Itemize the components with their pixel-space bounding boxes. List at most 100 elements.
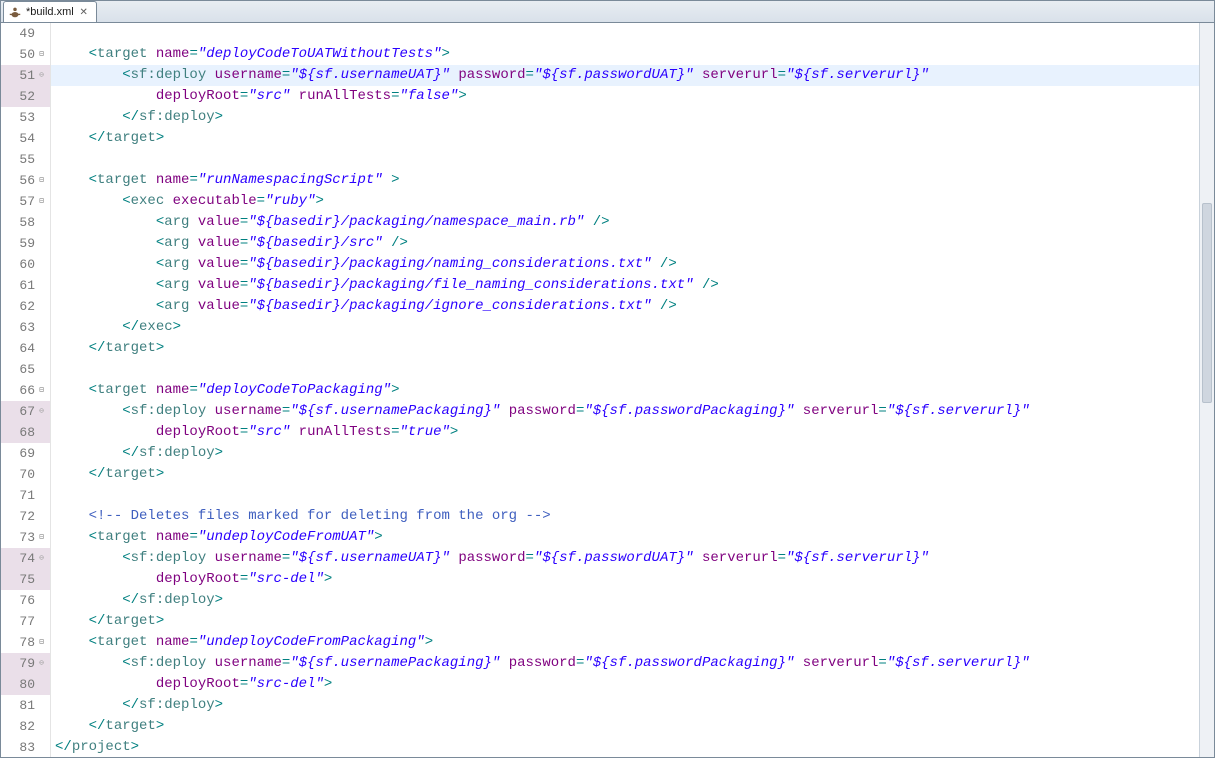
line-number: 52 <box>15 86 35 107</box>
token: "${sf.serverurl}" <box>786 550 929 566</box>
code-line[interactable]: <target name="deployCodeToUATWithoutTest… <box>51 44 1214 65</box>
editor-tab[interactable]: *build.xml ✕ <box>3 1 97 22</box>
token <box>55 634 89 650</box>
code-line[interactable]: </target> <box>51 464 1214 485</box>
token: "${sf.usernameUAT}" <box>290 550 450 566</box>
code-line[interactable]: <target name="deployCodeToPackaging"> <box>51 380 1214 401</box>
close-icon[interactable]: ✕ <box>78 6 90 18</box>
line-number: 57 <box>15 191 35 212</box>
fold-toggle-icon <box>37 344 46 353</box>
token <box>55 67 122 83</box>
token: = <box>778 550 786 566</box>
code-line[interactable]: <sf:deploy username="${sf.usernameUAT}" … <box>51 548 1214 569</box>
code-line[interactable]: deployRoot="src-del"> <box>51 569 1214 590</box>
code-line[interactable]: </target> <box>51 338 1214 359</box>
fold-toggle-icon[interactable] <box>37 176 46 185</box>
token: = <box>282 67 290 83</box>
code-line[interactable]: <sf:deploy username="${sf.usernamePackag… <box>51 653 1214 674</box>
scroll-thumb[interactable] <box>1202 203 1212 403</box>
token: > <box>374 529 382 545</box>
gutter-line: 53 <box>1 107 50 128</box>
code-line[interactable]: deployRoot="src" runAllTests="true"> <box>51 422 1214 443</box>
gutter-line: 71 <box>1 485 50 506</box>
fold-toggle-icon[interactable] <box>37 659 46 668</box>
token: = <box>240 256 248 272</box>
gutter-line: 81 <box>1 695 50 716</box>
code-line[interactable]: <arg value="${basedir}/packaging/naming_… <box>51 254 1214 275</box>
code-line[interactable]: </sf:deploy> <box>51 590 1214 611</box>
token: < <box>156 277 164 293</box>
line-number: 54 <box>15 128 35 149</box>
line-number: 75 <box>15 569 35 590</box>
token: = <box>240 214 248 230</box>
tab-title: *build.xml <box>26 6 74 18</box>
code-line[interactable]: </target> <box>51 716 1214 737</box>
code-line[interactable]: <sf:deploy username="${sf.usernameUAT}" … <box>51 65 1214 86</box>
code-line[interactable]: <target name="undeployCodeFromUAT"> <box>51 527 1214 548</box>
code-line[interactable]: </target> <box>51 611 1214 632</box>
fold-toggle-icon[interactable] <box>37 554 46 563</box>
token: > <box>156 613 164 629</box>
code-line[interactable]: <sf:deploy username="${sf.usernamePackag… <box>51 401 1214 422</box>
token: sf:deploy <box>139 109 215 125</box>
fold-toggle-icon <box>37 92 46 101</box>
fold-toggle-icon <box>37 470 46 479</box>
code-line[interactable]: <exec executable="ruby"> <box>51 191 1214 212</box>
token: "${sf.passwordUAT}" <box>534 67 694 83</box>
token: /> <box>383 235 408 251</box>
code-line[interactable]: </sf:deploy> <box>51 695 1214 716</box>
line-number: 79 <box>15 653 35 674</box>
code-line[interactable]: <arg value="${basedir}/packaging/file_na… <box>51 275 1214 296</box>
code-line[interactable]: <arg value="${basedir}/src" /> <box>51 233 1214 254</box>
vertical-scrollbar[interactable] <box>1199 23 1214 757</box>
gutter-line: 62 <box>1 296 50 317</box>
fold-toggle-icon[interactable] <box>37 386 46 395</box>
code-editor[interactable]: 4950515253545556575859606162636465666768… <box>1 23 1214 757</box>
code-line[interactable]: <target name="runNamespacingScript" > <box>51 170 1214 191</box>
fold-toggle-icon[interactable] <box>37 533 46 542</box>
code-line[interactable] <box>51 23 1214 44</box>
line-number: 56 <box>15 170 35 191</box>
fold-toggle-icon[interactable] <box>37 638 46 647</box>
code-line[interactable]: </sf:deploy> <box>51 107 1214 128</box>
code-line[interactable] <box>51 485 1214 506</box>
code-line[interactable] <box>51 359 1214 380</box>
code-line[interactable]: deployRoot="src" runAllTests="false"> <box>51 86 1214 107</box>
fold-toggle-icon[interactable] <box>37 407 46 416</box>
fold-toggle-icon[interactable] <box>37 71 46 80</box>
code-line[interactable]: <target name="undeployCodeFromPackaging"… <box>51 632 1214 653</box>
fold-toggle-icon <box>37 428 46 437</box>
token <box>55 676 156 692</box>
code-line[interactable]: <!-- Deletes files marked for deleting f… <box>51 506 1214 527</box>
token: target <box>97 634 156 650</box>
code-area[interactable]: <target name="deployCodeToUATWithoutTest… <box>51 23 1214 757</box>
token: value <box>198 298 240 314</box>
token: "src" <box>248 424 290 440</box>
fold-toggle-icon <box>37 281 46 290</box>
line-number: 62 <box>15 296 35 317</box>
token: "${basedir}/src" <box>248 235 382 251</box>
token: > <box>131 739 139 755</box>
code-line[interactable] <box>51 149 1214 170</box>
fold-toggle-icon[interactable] <box>37 50 46 59</box>
code-line[interactable]: deployRoot="src-del"> <box>51 674 1214 695</box>
token: = <box>240 298 248 314</box>
token: < <box>89 529 97 545</box>
token <box>55 613 89 629</box>
code-line[interactable]: </target> <box>51 128 1214 149</box>
token: = <box>878 403 886 419</box>
token: value <box>198 235 240 251</box>
token: "undeployCodeFromUAT" <box>198 529 374 545</box>
code-line[interactable]: <arg value="${basedir}/packaging/namespa… <box>51 212 1214 233</box>
token <box>55 319 122 335</box>
token: </ <box>89 466 106 482</box>
fold-toggle-icon[interactable] <box>37 197 46 206</box>
token: serverurl <box>803 403 879 419</box>
gutter-line: 68 <box>1 422 50 443</box>
token: = <box>240 676 248 692</box>
code-line[interactable]: </exec> <box>51 317 1214 338</box>
gutter-line: 79 <box>1 653 50 674</box>
code-line[interactable]: </sf:deploy> <box>51 443 1214 464</box>
code-line[interactable]: <arg value="${basedir}/packaging/ignore_… <box>51 296 1214 317</box>
code-line[interactable]: </project> <box>51 737 1214 757</box>
